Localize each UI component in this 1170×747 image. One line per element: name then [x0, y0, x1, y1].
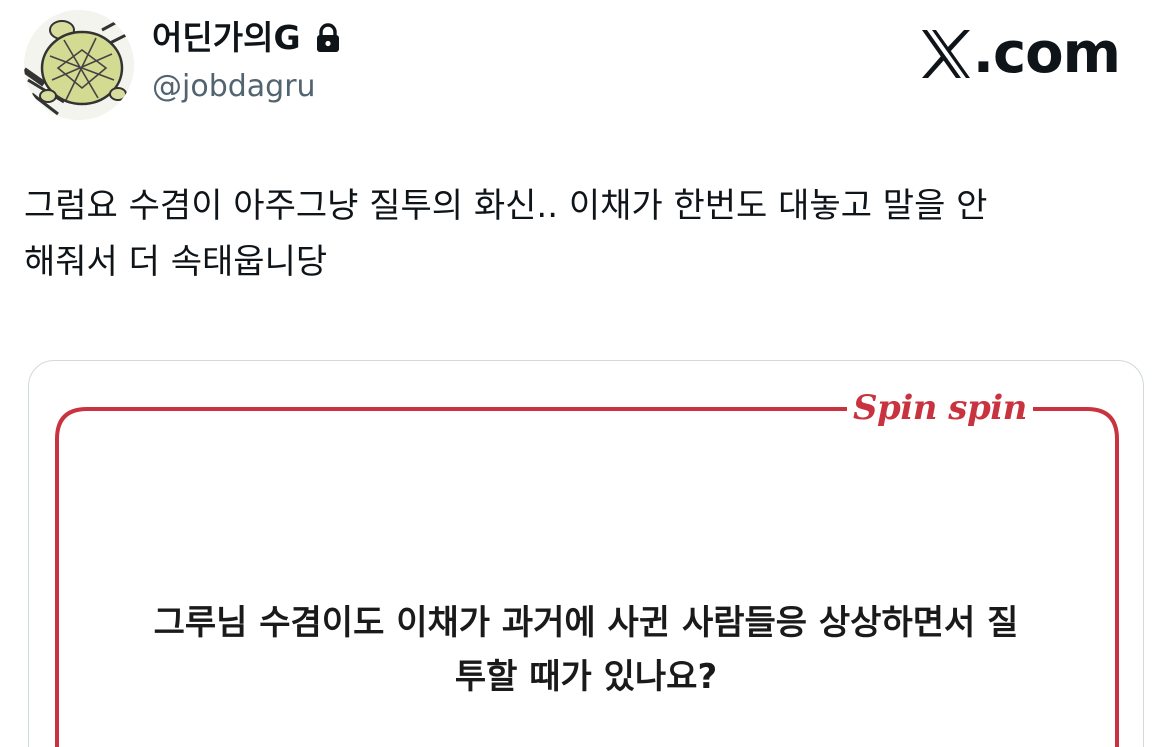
question-line-1: 그루님 수겸이도 이채가 과거에 사귄 사람들응 상상하면서 질 [153, 603, 1019, 643]
spin-spin-logo: Spin spin [847, 387, 1033, 429]
tweet-text-line-2: 해줘서 더 속태웁니당 [24, 242, 328, 282]
display-name-row: 어딘가의G [152, 18, 343, 58]
x-logo-icon [921, 30, 970, 78]
user-handle[interactable]: @jobdagru [152, 68, 316, 106]
tweet-text-line-1: 그럼요 수겸이 아주그냥 질투의 화신.. 이채가 한번도 대놓고 말을 안 [24, 186, 988, 226]
question-text: 그루님 수겸이도 이채가 과거에 사귄 사람들응 상상하면서 질 투할 때가 있… [69, 596, 1103, 704]
x-com-text: .com [972, 21, 1121, 86]
avatar-turtle-image [24, 10, 134, 120]
x-com-branding: .com [919, 21, 1121, 86]
tweet-media-image[interactable]: Spin spin 그루님 수겸이도 이채가 과거에 사귄 사람들응 상상하면서… [28, 360, 1144, 747]
avatar[interactable] [24, 10, 134, 120]
question-line-2: 투할 때가 있나요? [454, 657, 718, 697]
tweet-text: 그럼요 수겸이 아주그냥 질투의 화신.. 이채가 한번도 대놓고 말을 안해줘… [24, 178, 1134, 290]
lock-icon [313, 22, 343, 54]
display-name[interactable]: 어딘가의G [152, 18, 301, 58]
tweet-screenshot: 어딘가의G @jobdagru .com 그럼요 수겸이 아주그냥 질투의 화신… [0, 0, 1170, 747]
